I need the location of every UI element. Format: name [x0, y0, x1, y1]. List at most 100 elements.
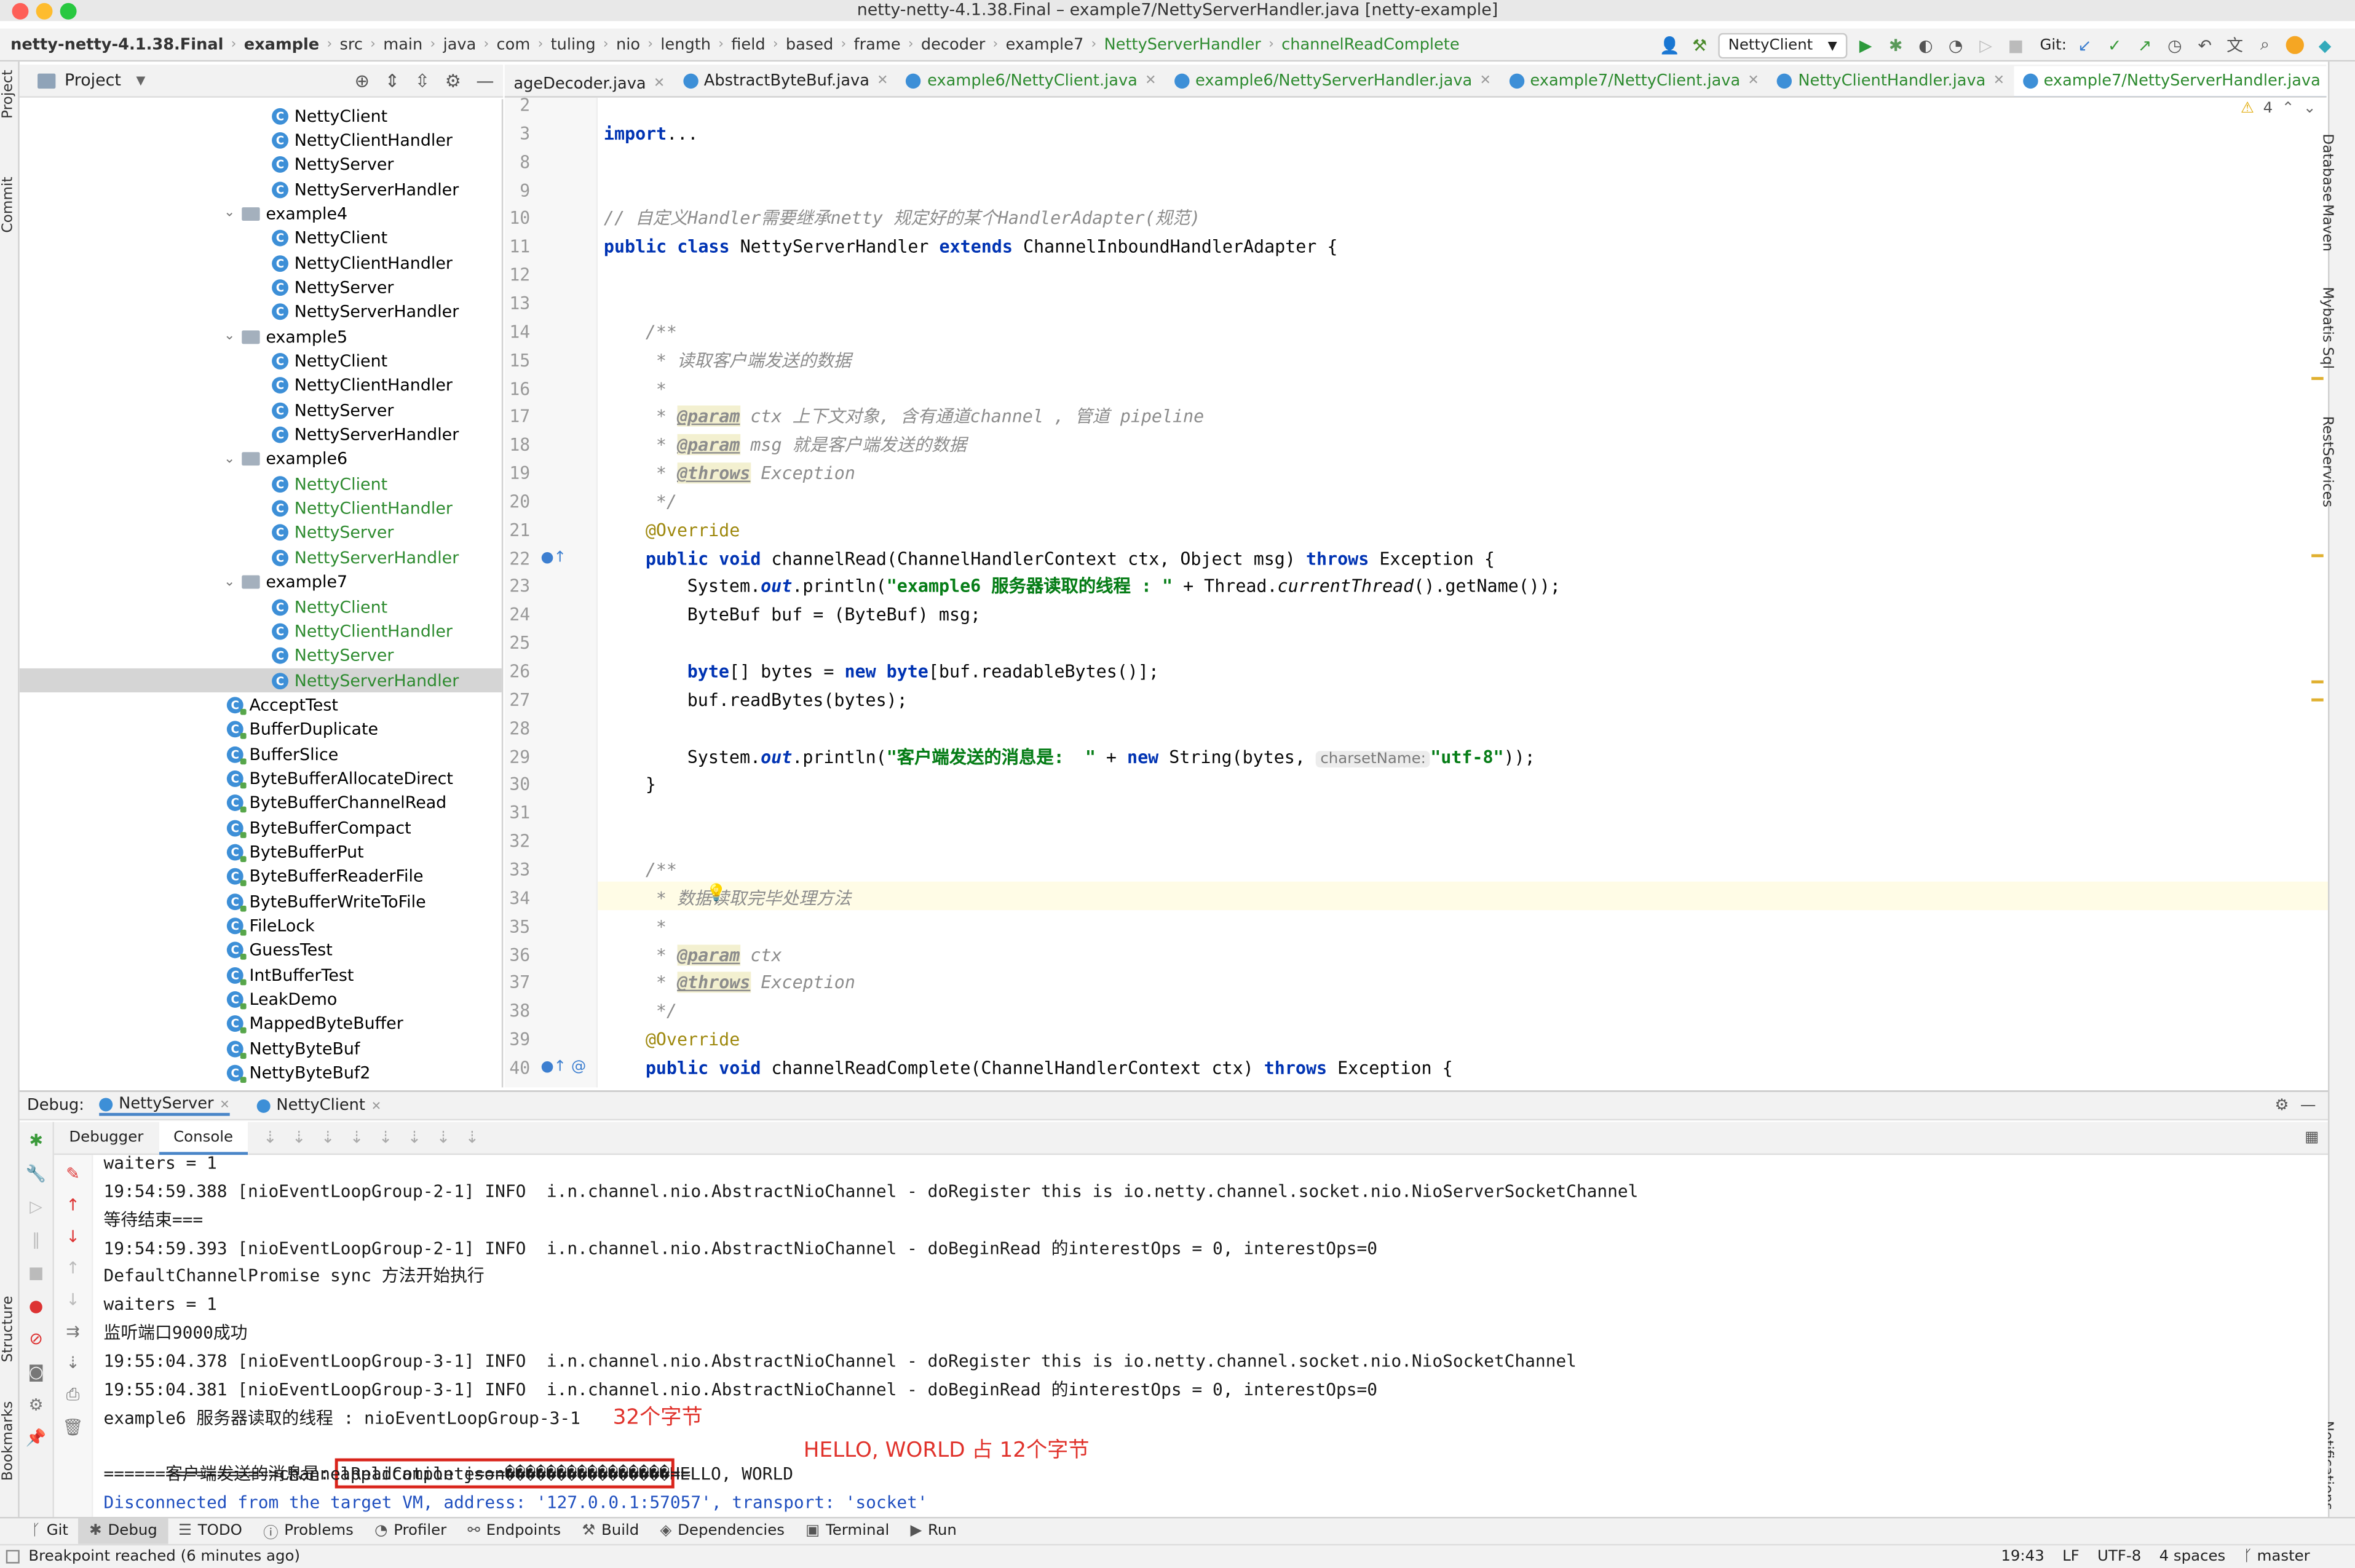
close-icon[interactable]: ✕: [220, 1097, 229, 1111]
breadcrumb-item[interactable]: channelReadComplete: [1277, 35, 1464, 53]
breadcrumb-item[interactable]: java: [438, 35, 480, 53]
tree-file[interactable]: C NettyServerHandler: [272, 423, 459, 447]
translate-icon[interactable]: 文: [2223, 33, 2247, 57]
gear-icon[interactable]: ⚙: [2275, 1096, 2289, 1114]
tree-file[interactable]: C NettyClient: [272, 595, 387, 619]
tree-file[interactable]: C NettyServer: [272, 152, 394, 176]
tree-file[interactable]: C NettyClientHandler: [272, 374, 453, 398]
breadcrumb-item[interactable]: length: [656, 35, 715, 53]
tree-file[interactable]: C ByteBufferWriteToFile: [226, 889, 426, 913]
tree-file[interactable]: C NettyClientHandler: [272, 496, 453, 520]
tree-folder[interactable]: ⌄ example7: [224, 570, 347, 594]
tree-file[interactable]: C NettyServer: [272, 644, 394, 668]
rerun-icon[interactable]: ✱: [29, 1131, 43, 1150]
breadcrumb-item[interactable]: field: [727, 35, 770, 53]
up-arrow-icon[interactable]: ↑: [66, 1195, 80, 1215]
layout-icon[interactable]: ▦: [2305, 1130, 2319, 1146]
tool-window-debug[interactable]: ✱ Debug: [79, 1518, 168, 1544]
close-icon[interactable]: ✕: [1993, 74, 2005, 89]
down-arrow-icon[interactable]: ↓: [66, 1227, 80, 1247]
breadcrumb-item[interactable]: netty-netty-4.1.38.Final: [6, 35, 228, 53]
run-config-select[interactable]: NettyClient ▼: [1717, 32, 1848, 58]
tree-file[interactable]: C NettyServer: [272, 398, 394, 422]
tool-window-git[interactable]: ᚴ Git: [21, 1518, 79, 1544]
tree-folder[interactable]: ⌄ example5: [224, 325, 347, 349]
camera-icon[interactable]: ◙: [28, 1362, 44, 1382]
profile-icon[interactable]: ◔: [1944, 33, 1968, 57]
git-update-icon[interactable]: ↙: [2073, 33, 2097, 57]
override-marker-icon[interactable]: ●↑: [540, 550, 566, 566]
plugin-icon[interactable]: ◆: [2313, 33, 2337, 57]
caret-position[interactable]: 19:43: [2001, 1548, 2044, 1565]
tool-window-run[interactable]: ▶ Run: [900, 1518, 967, 1544]
chevron-down-icon[interactable]: ▼: [136, 74, 145, 87]
status-square-icon[interactable]: [6, 1550, 20, 1564]
debug-session-tab[interactable]: NettyClient ✕: [256, 1096, 381, 1114]
trace-icon[interactable]: ⇣: [465, 1128, 480, 1147]
scroll-end-icon[interactable]: ⇣: [66, 1353, 80, 1373]
step-icon[interactable]: ▷: [1974, 33, 1998, 57]
pin-icon[interactable]: 📌: [26, 1428, 46, 1448]
evaluate-icon[interactable]: ⇣: [437, 1128, 451, 1147]
file-encoding[interactable]: UTF-8: [2097, 1548, 2141, 1565]
wrench-icon[interactable]: 🔧: [26, 1164, 46, 1184]
rest-services-tool-tab[interactable]: RestServices: [2319, 416, 2335, 507]
tree-file[interactable]: C ByteBufferCompact: [226, 816, 411, 840]
tool-window-build[interactable]: ⚒ Build: [571, 1518, 649, 1544]
tree-file[interactable]: C NettyClientHandler: [272, 251, 453, 275]
soft-wrap-icon[interactable]: ⇉: [66, 1321, 80, 1341]
expand-all-icon[interactable]: ⇕: [385, 70, 400, 91]
search-icon[interactable]: ⌕: [2253, 33, 2277, 57]
breadcrumb-item[interactable]: decoder: [917, 35, 990, 53]
editor-tab[interactable]: example6/NettyClient.java ✕: [897, 65, 1165, 96]
stop-icon[interactable]: ■: [28, 1263, 44, 1283]
mute-breakpoints-icon[interactable]: ⊘: [29, 1329, 43, 1349]
resume-icon[interactable]: ▷: [30, 1197, 42, 1217]
tree-file[interactable]: C NettyClientHandler: [272, 619, 453, 643]
close-icon[interactable]: ✕: [654, 77, 665, 92]
close-icon[interactable]: ✕: [1145, 74, 1156, 89]
console-output[interactable]: waiters = 1 19:54:59.388 [nioEventLoopGro…: [93, 1155, 2329, 1517]
locate-icon[interactable]: ⊕: [355, 70, 370, 91]
tree-file[interactable]: C GuessTest: [226, 938, 333, 962]
close-icon[interactable]: ✕: [877, 74, 888, 89]
user-icon[interactable]: 👤: [1658, 33, 1682, 57]
trash-icon[interactable]: 🗑: [62, 1418, 83, 1438]
tree-file[interactable]: C ByteBufferChannelRead: [226, 791, 446, 815]
indent-setting[interactable]: 4 spaces: [2159, 1548, 2226, 1565]
print-icon[interactable]: ⎙: [66, 1385, 80, 1406]
close-icon[interactable]: ✕: [371, 1099, 381, 1112]
git-push-icon[interactable]: ↗: [2132, 33, 2156, 57]
hide-panel-icon[interactable]: —: [476, 70, 494, 91]
tree-file[interactable]: C NettyClient: [272, 349, 387, 373]
breadcrumb-item[interactable]: based: [782, 35, 838, 53]
breakpoints-icon[interactable]: ●: [29, 1296, 43, 1316]
chevron-up-icon[interactable]: ⌃: [2282, 101, 2294, 117]
collapse-all-icon[interactable]: ⇳: [415, 70, 430, 91]
tree-file[interactable]: C NettyClient: [272, 472, 387, 496]
hammer-icon[interactable]: ⚒: [1688, 33, 1712, 57]
chevron-down-icon[interactable]: ⌄: [224, 207, 242, 221]
breadcrumb-item[interactable]: src: [335, 35, 367, 53]
force-step-into-icon[interactable]: ⇣: [350, 1128, 364, 1147]
up-icon[interactable]: ↑: [66, 1259, 80, 1278]
coverage-icon[interactable]: ◐: [1914, 33, 1937, 57]
breadcrumb-item[interactable]: tuling: [546, 35, 600, 53]
pause-icon[interactable]: ∥: [32, 1230, 40, 1249]
code-editor[interactable]: ⚠ 4 ⌃ ⌄ import... // 自定义Handler需要继承netty 规…: [598, 97, 2329, 1088]
maven-tool-tab[interactable]: Maven: [2319, 204, 2335, 251]
tree-file[interactable]: C ByteBufferAllocateDirect: [226, 767, 453, 791]
tool-window-todo[interactable]: ☰ TODO: [168, 1518, 253, 1544]
line-separator[interactable]: LF: [2062, 1548, 2080, 1565]
step-out-icon[interactable]: ⇣: [379, 1128, 393, 1147]
chevron-down-icon[interactable]: ⌄: [224, 452, 242, 467]
mybatis-sql-tool-tab[interactable]: Mybatis Sql: [2319, 287, 2335, 370]
tree-file[interactable]: C BufferSlice: [226, 742, 338, 766]
tree-file[interactable]: C ByteBufferPut: [226, 841, 364, 865]
tree-file[interactable]: C NettyServer: [272, 521, 394, 545]
list-icon[interactable]: ⇣: [263, 1128, 277, 1147]
update-icon[interactable]: [2283, 33, 2307, 57]
breadcrumb-item[interactable]: NettyServerHandler: [1099, 35, 1265, 53]
tree-file[interactable]: C NettyServerHandler: [272, 177, 459, 201]
run-to-cursor-icon[interactable]: ⇣: [408, 1128, 422, 1147]
